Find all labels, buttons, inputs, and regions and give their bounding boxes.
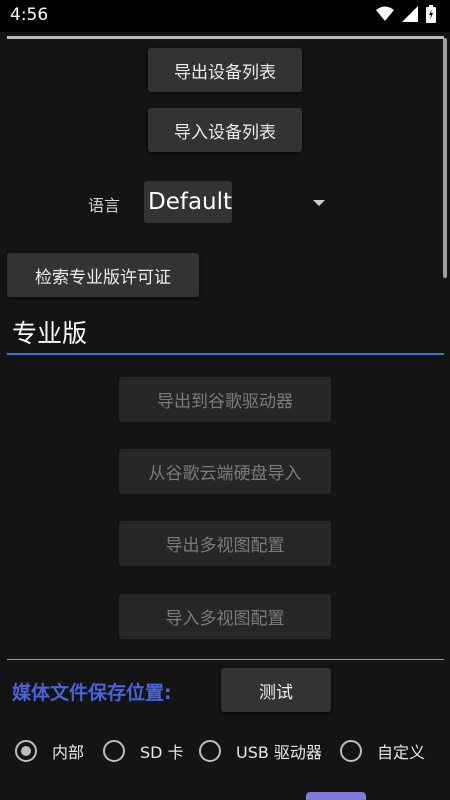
section-divider [7,659,444,660]
battery-icon [426,5,436,27]
scrollbar[interactable] [443,38,447,278]
radio-label-custom: 自定义 [377,743,426,762]
chevron-down-icon[interactable] [313,200,325,206]
media-location-label: 媒体文件保存位置: [12,682,172,704]
top-divider [7,36,444,39]
radio-option-internal[interactable]: 内部 [15,738,84,764]
status-time: 4:56 [10,5,49,25]
partially-visible-button[interactable] [306,792,366,800]
radio-label-sd-card: SD 卡 [140,743,184,762]
radio-label-internal: 内部 [52,743,85,762]
import-multiview-config-button[interactable]: 导入多视图配置 [119,594,331,639]
search-pro-license-button[interactable]: 检索专业版许可证 [7,253,199,297]
import-from-google-drive-button[interactable]: 从谷歌云端硬盘导入 [119,449,331,494]
radio-option-sd-card[interactable]: SD 卡 [103,738,184,764]
export-to-google-drive-button[interactable]: 导出到谷歌驱动器 [119,377,331,422]
status-icons [376,5,436,27]
pro-section-title: 专业版 [12,319,88,348]
radio-unchecked-icon[interactable] [199,740,221,762]
wifi-icon [376,6,394,26]
radio-unchecked-icon[interactable] [103,740,125,762]
export-device-list-button[interactable]: 导出设备列表 [148,48,302,92]
radio-checked-icon[interactable] [15,740,37,762]
language-select[interactable]: Default [144,181,232,223]
radio-unchecked-icon[interactable] [340,740,362,762]
radio-label-usb-drive: USB 驱动器 [236,743,322,762]
language-label: 语言 [88,196,121,215]
test-button[interactable]: 测试 [221,668,331,712]
pro-section-underline [7,353,444,355]
signal-icon [402,6,418,26]
language-selected-value: Default [148,189,233,215]
import-device-list-button[interactable]: 导入设备列表 [148,108,302,152]
status-bar: 4:56 [0,0,450,32]
export-multiview-config-button[interactable]: 导出多视图配置 [119,521,331,566]
radio-option-custom[interactable]: 自定义 [340,738,425,764]
radio-option-usb-drive[interactable]: USB 驱动器 [199,738,322,764]
